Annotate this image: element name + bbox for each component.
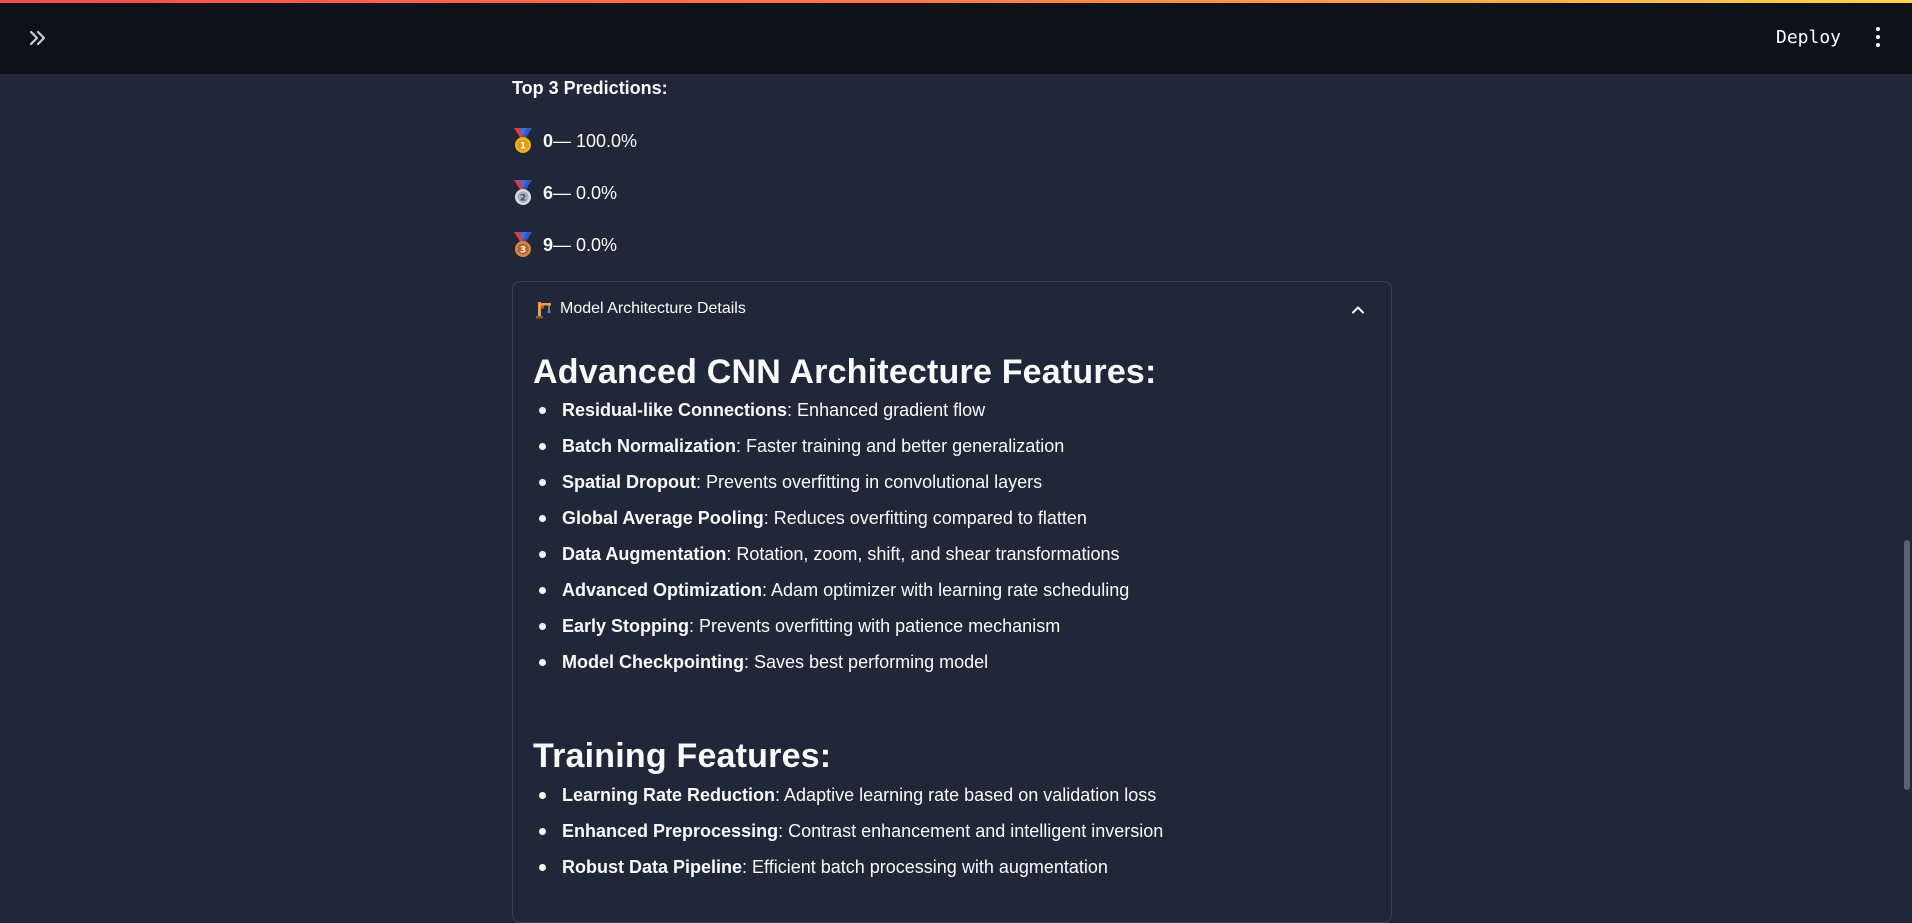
prediction-digit: 9	[543, 234, 554, 255]
feature-term: Advanced Optimization	[562, 580, 763, 600]
app-header: Deploy	[0, 0, 1912, 74]
header-decoration-line	[0, 0, 1912, 3]
feature-desc: : Adaptive learning rate based on valida…	[775, 785, 1157, 805]
double-chevron-right-icon	[29, 30, 46, 46]
feature-term: Batch Normalization	[562, 436, 737, 456]
feature-list: Residual-like Connections: Enhanced grad…	[533, 392, 1373, 680]
svg-text:1: 1	[520, 142, 526, 152]
feature-term: Early Stopping	[562, 616, 690, 636]
list-item: Model Checkpointing: Saves best performi…	[533, 644, 1373, 680]
section-heading: Training Features:	[533, 737, 832, 775]
feature-desc: : Prevents overfitting in convolutional …	[696, 472, 1043, 492]
feature-term: Global Average Pooling	[562, 508, 764, 528]
prediction-confidence: — 0.0%	[553, 234, 618, 255]
section-heading: Advanced CNN Architecture Features:	[533, 353, 1157, 391]
prediction-row: 1 0 — 100.0%	[512, 127, 637, 155]
page-scrollbar[interactable]	[1904, 540, 1910, 790]
feature-term: Data Augmentation	[562, 544, 727, 564]
list-item: Data Augmentation: Rotation, zoom, shift…	[533, 536, 1373, 572]
prediction-confidence: — 0.0%	[553, 182, 618, 203]
chevron-up-icon[interactable]	[1350, 302, 1366, 318]
feature-term: Enhanced Preprocessing	[562, 821, 779, 841]
expand-sidebar-button[interactable]	[24, 24, 52, 52]
list-item: Advanced Optimization: Adam optimizer wi…	[533, 572, 1373, 608]
svg-text:2: 2	[520, 194, 526, 204]
feature-term: Robust Data Pipeline	[562, 857, 743, 877]
svg-text:3: 3	[520, 246, 526, 256]
prediction-row: 3 9 — 0.0%	[512, 231, 617, 259]
deploy-button[interactable]: Deploy	[1768, 22, 1849, 52]
kebab-menu-icon	[1876, 27, 1880, 31]
gold-medal-icon: 1	[514, 128, 532, 153]
bronze-medal-icon: 3	[514, 232, 532, 257]
feature-desc: : Contrast enhancement and intelligent i…	[778, 821, 1164, 841]
feature-term: Residual-like Connections	[562, 400, 788, 420]
feature-term: Spatial Dropout	[562, 472, 696, 492]
silver-medal-icon: 2	[514, 180, 532, 205]
construction-icon	[536, 302, 551, 319]
predictions-title: Top 3 Predictions:	[512, 78, 668, 98]
feature-desc: : Saves best performing model	[744, 652, 989, 672]
list-item: Learning Rate Reduction: Adaptive learni…	[533, 777, 1373, 813]
list-item: Enhanced Preprocessing: Contrast enhance…	[533, 813, 1373, 849]
main-menu-button[interactable]	[1868, 22, 1888, 52]
model-architecture-expander: Model Architecture Details Advanced CNN …	[512, 281, 1392, 923]
list-item: Residual-like Connections: Enhanced grad…	[533, 392, 1373, 428]
feature-term: Model Checkpointing	[562, 652, 744, 672]
feature-term: Learning Rate Reduction	[562, 785, 776, 805]
prediction-digit: 6	[543, 182, 554, 203]
list-item: Early Stopping: Prevents overfitting wit…	[533, 608, 1373, 644]
feature-desc: : Faster training and better generalizat…	[736, 436, 1065, 456]
feature-desc: : Adam optimizer with learning rate sche…	[762, 580, 1130, 600]
prediction-confidence: — 100.0%	[553, 130, 638, 151]
feature-desc: : Prevents overfitting with patience mec…	[689, 616, 1061, 636]
feature-desc: : Efficient batch processing with augmen…	[742, 857, 1108, 877]
prediction-digit: 0	[543, 130, 554, 151]
list-item: Robust Data Pipeline: Efficient batch pr…	[533, 849, 1373, 885]
list-item: Batch Normalization: Faster training and…	[533, 428, 1373, 464]
list-item: Global Average Pooling: Reduces overfitt…	[533, 500, 1373, 536]
expander-header[interactable]: Model Architecture Details	[513, 282, 1391, 338]
feature-desc: : Reduces overfitting compared to flatte…	[763, 508, 1087, 528]
feature-desc: : Enhanced gradient flow	[787, 400, 986, 420]
feature-list: Learning Rate Reduction: Adaptive learni…	[533, 777, 1373, 885]
feature-desc: : Rotation, zoom, shift, and shear trans…	[726, 544, 1120, 564]
list-item: Spatial Dropout: Prevents overfitting in…	[533, 464, 1373, 500]
prediction-row: 2 6 — 0.0%	[512, 179, 617, 207]
expander-title: Model Architecture Details	[560, 300, 746, 317]
